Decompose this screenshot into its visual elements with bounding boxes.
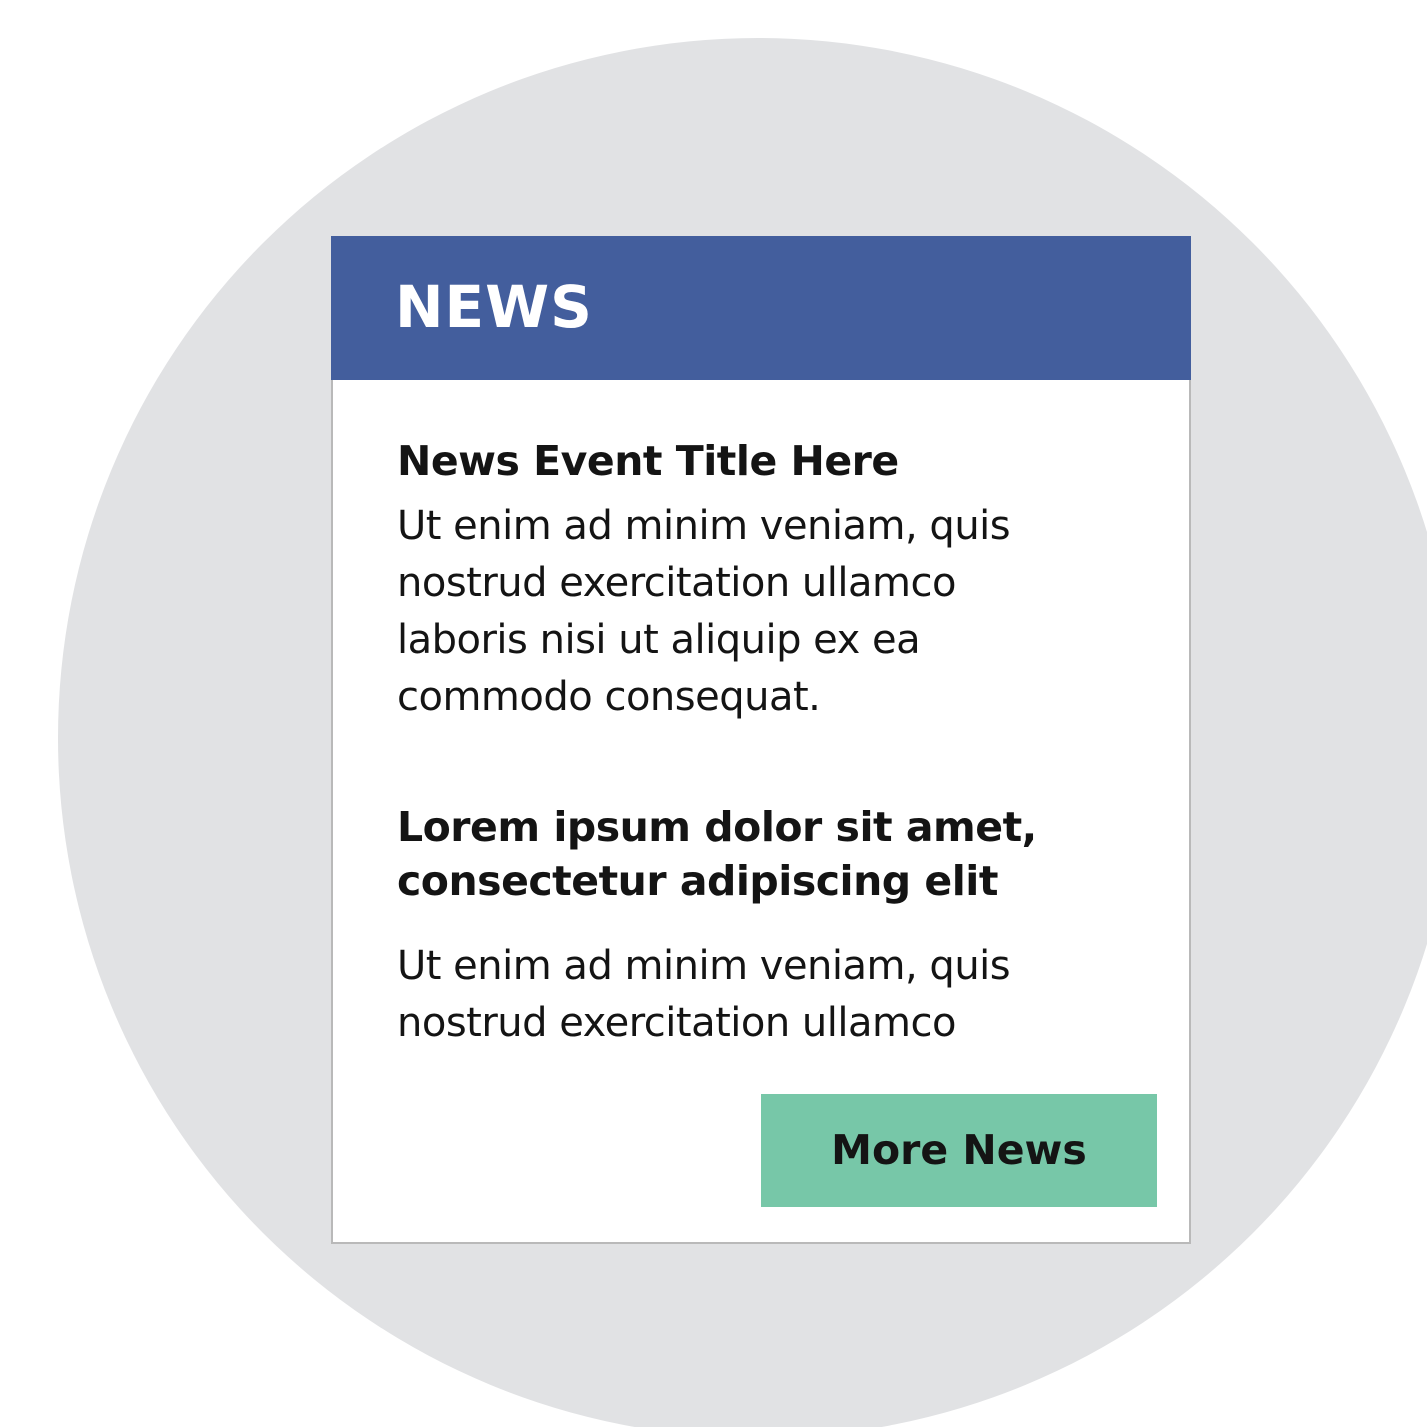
news-item-title[interactable]: News Event Title Here [397,434,1097,488]
news-header-title: NEWS [395,273,593,341]
news-item[interactable]: News Event Title Here Ut enim ad minim v… [397,434,1097,726]
news-item-body: Ut enim ad minim veniam, quis nostrud ex… [397,943,1011,1046]
news-item-title[interactable]: Lorem ipsum dolor sit amet, consectetur … [397,800,1097,908]
news-header: NEWS [331,236,1191,380]
news-widget: NEWS News Event Title Here Ut enim ad mi… [331,236,1191,1244]
more-news-button[interactable]: More News [761,1094,1157,1207]
news-item-body: Ut enim ad minim veniam, quis nostrud ex… [397,503,1011,720]
news-item[interactable]: Lorem ipsum dolor sit amet, consectetur … [397,800,1097,1052]
